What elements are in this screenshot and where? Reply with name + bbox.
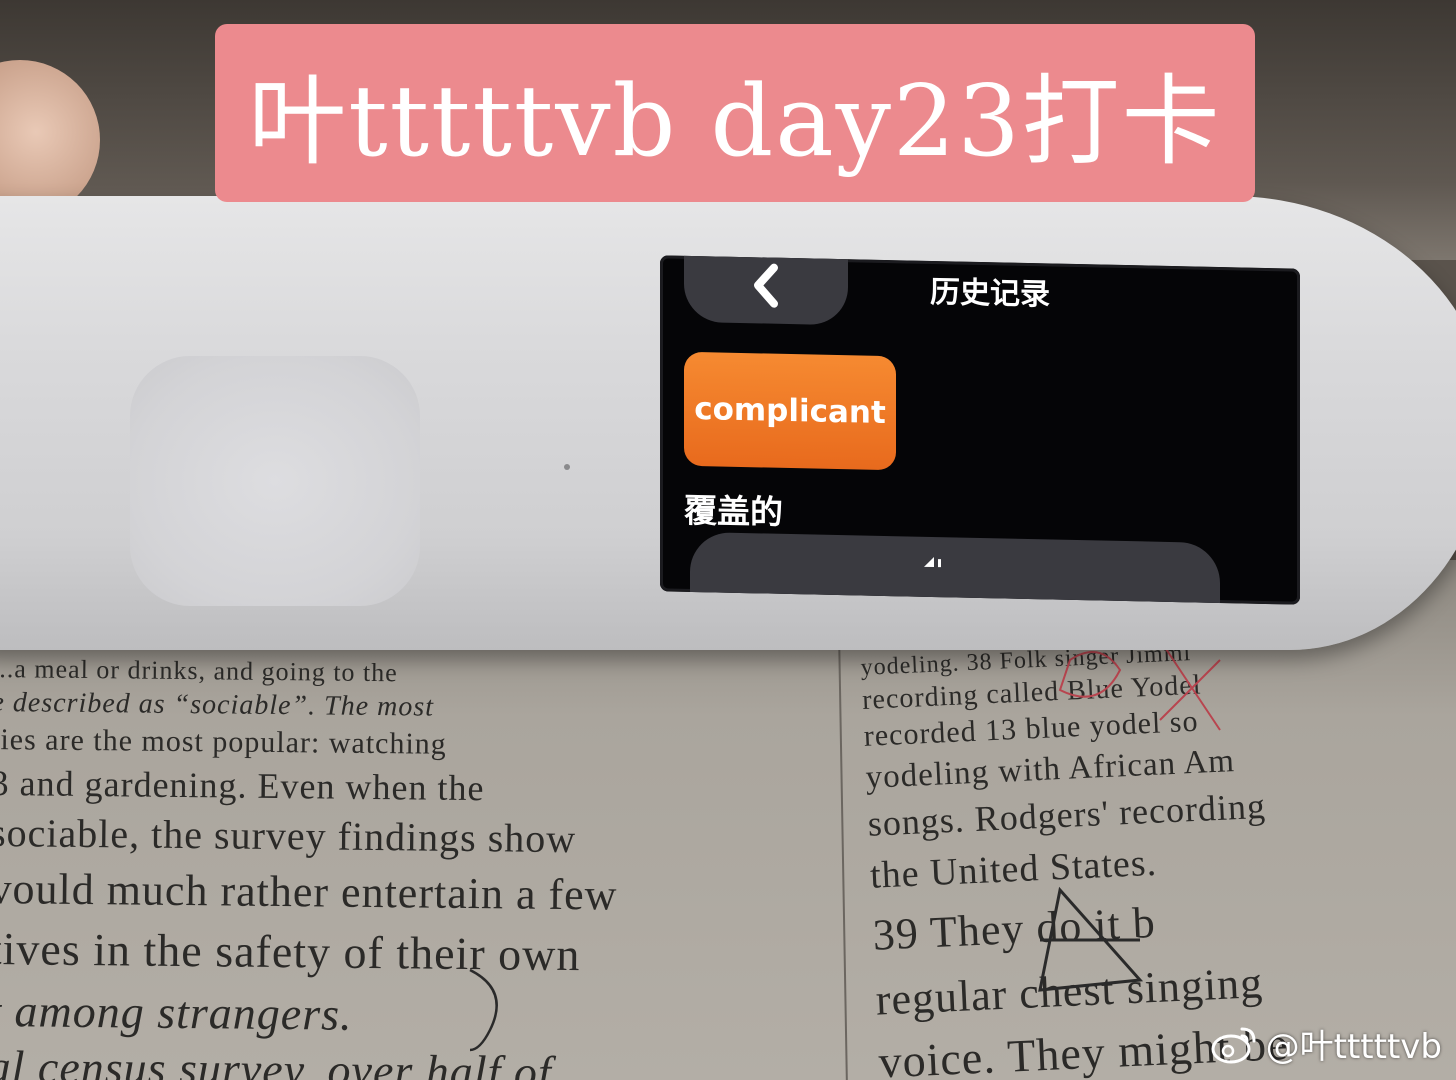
chevron-left-icon [754,263,778,308]
speaker-icon[interactable] [922,553,948,570]
watermark-handle: @叶tttttvb [1265,1027,1442,1067]
word-meaning: 覆盖的 [684,490,783,532]
ink-bracket-mark [469,968,498,1052]
checkin-banner: 叶tttttvb day23打卡 [215,24,1255,202]
back-button[interactable] [684,255,848,326]
screen-title: 历史记录 [930,274,1050,313]
pen-sensor-dot [564,464,570,470]
weibo-icon [1211,1027,1256,1063]
history-word-button[interactable]: complicant [684,351,896,471]
pen-side-button[interactable] [130,356,420,606]
ink-triangle-mark [1038,886,1144,992]
weibo-watermark: @叶tttttvb [1210,1019,1442,1068]
device-screen: 历史记录 complicant 覆盖的 [660,255,1300,605]
red-pen-cross [1159,639,1221,731]
red-pen-mark [1058,651,1122,698]
